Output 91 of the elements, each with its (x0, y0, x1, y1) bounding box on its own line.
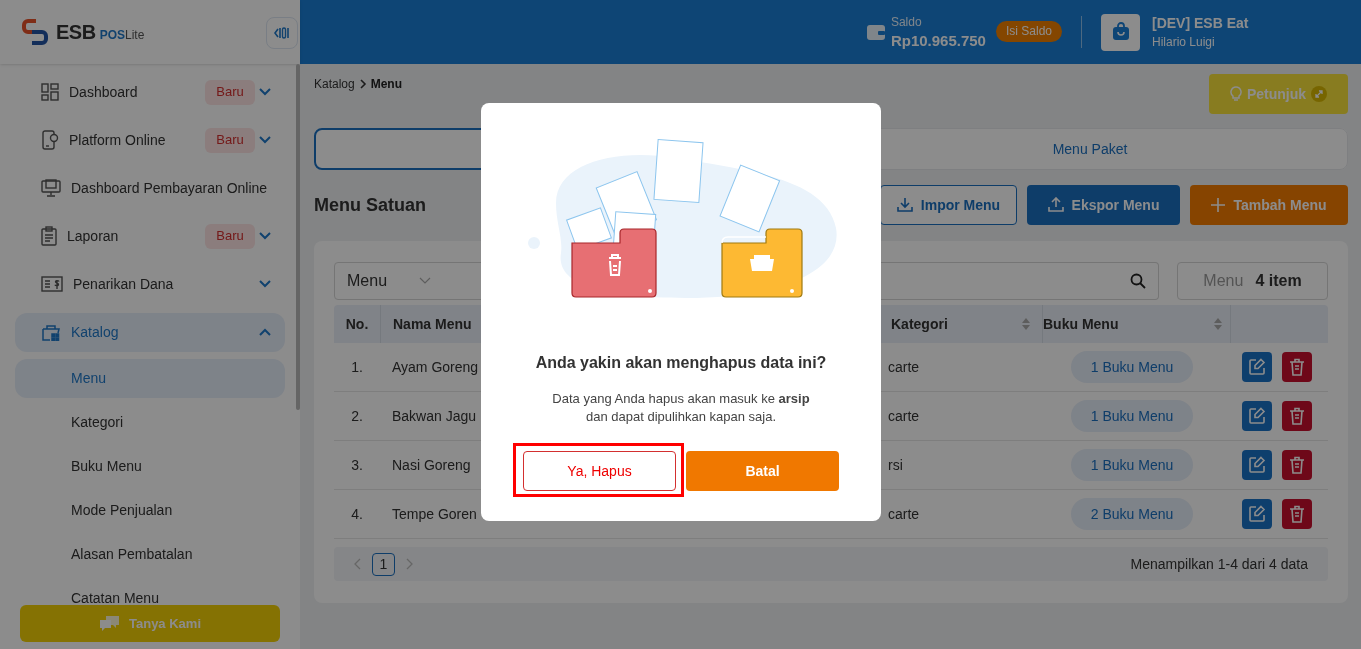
chat-icon (99, 614, 121, 633)
collapse-button[interactable] (266, 17, 298, 49)
new-badge: Baru (205, 223, 255, 249)
menu-icon (41, 179, 61, 197)
sidebar-item[interactable]: Platform Online Baru (15, 120, 285, 160)
book-count-tag: 1 Buku Menu (1070, 400, 1194, 432)
submenu-item[interactable]: Mode Penjualan (15, 490, 285, 530)
pagination-summary: Menampilkan 1-4 dari 4 data (1130, 554, 1308, 574)
collapse-icon (273, 25, 291, 41)
table-cell-text: 1. (351, 357, 363, 377)
table-cell-text: Tempe Goren (392, 504, 477, 524)
new-badge: Baru (205, 127, 255, 153)
table-cell-text: carte (888, 357, 920, 377)
wallet-icon (865, 23, 886, 41)
trash-icon (1289, 407, 1305, 425)
table-cell-text: 3. (351, 455, 363, 475)
plus-icon (1211, 198, 1226, 212)
edit-icon (1248, 358, 1266, 376)
submenu-item[interactable]: Buku Menu (15, 446, 285, 486)
delete-button[interactable] (1282, 401, 1312, 431)
trash-icon (1289, 456, 1305, 474)
expand-icon (1311, 86, 1328, 102)
menu-icon (41, 276, 63, 292)
count-value: 4 item (1255, 271, 1302, 291)
table-cell-text: 4. (351, 504, 363, 524)
breadcrumb-link[interactable]: Menu (370, 75, 403, 93)
table-cell-text: Bakwan Jagu (392, 406, 477, 426)
user-name: Hilario Luigi (1152, 34, 1216, 51)
column-header: Kategori (891, 314, 948, 334)
new-badge: Baru (205, 79, 255, 105)
store-name: [DEV] ESB Eat (1152, 14, 1250, 33)
table-cell-text: carte (888, 406, 920, 426)
next-icon (405, 558, 413, 570)
confirm-delete-button[interactable]: Ya, Hapus (523, 451, 676, 491)
delete-button[interactable] (1282, 450, 1312, 480)
dialog-message: Data yang Anda hapus akan masuk ke arsip dan dapat dipulihkan kapan saja. (551, 390, 811, 426)
table-cell-text: Ayam Goreng (392, 357, 479, 377)
dialog-title: Anda yakin akan menghapus data ini? (535, 353, 827, 373)
table-cell-text: carte (888, 504, 920, 524)
logo-product: POS (99, 27, 125, 44)
bag-icon (1110, 22, 1131, 42)
delete-button[interactable] (1282, 499, 1312, 529)
breadcrumb-link[interactable]: Katalog (314, 75, 355, 93)
submenu-item[interactable]: Alasan Pembatalan (15, 534, 285, 574)
sidebar-item[interactable]: Laporan Baru (15, 216, 285, 256)
count-label: Menu (1203, 271, 1244, 291)
table-cell-text: 2. (351, 406, 363, 426)
submenu-item[interactable]: Menu (15, 358, 285, 398)
edit-button[interactable] (1242, 499, 1272, 529)
previous-icon (354, 558, 362, 570)
edit-icon (1248, 505, 1266, 523)
book-count-tag: 2 Buku Menu (1070, 498, 1194, 530)
sidebar-item[interactable]: Dashboard Pembayaran Online (15, 168, 285, 208)
column-header: Buku Menu (1043, 314, 1119, 334)
search-icon (1130, 273, 1146, 289)
submenu-item[interactable]: Kategori (15, 402, 285, 442)
book-count-tag: 1 Buku Menu (1070, 351, 1194, 383)
trash-icon (1289, 358, 1305, 376)
table-cell-text: Nasi Goreng (392, 455, 471, 475)
edit-button[interactable] (1242, 352, 1272, 382)
menu-icon (41, 130, 59, 150)
delete-button[interactable] (1282, 352, 1312, 382)
balance-label: Saldo (890, 14, 923, 30)
page-button[interactable]: 1 (372, 552, 395, 576)
sidebar-item[interactable]: Katalog (15, 312, 285, 352)
trash-icon (1289, 505, 1305, 523)
column-header: Nama Menu (393, 314, 472, 334)
menu-icon (41, 83, 59, 101)
edit-icon (1248, 456, 1266, 474)
action-button[interactable]: Ekspor Menu (1027, 185, 1180, 225)
bulb-icon (1229, 86, 1242, 102)
breadcrumb-separator-icon (358, 79, 367, 89)
logo-edition: Lite (124, 27, 145, 44)
balance-amount: Rp10.965.750 (890, 31, 986, 51)
table-cell-text: rsi (888, 455, 903, 475)
edit-button[interactable] (1242, 450, 1272, 480)
edit-icon (1248, 407, 1266, 425)
logo-brand: ESB (56, 20, 96, 45)
chevron-icon (419, 277, 431, 285)
cancel-button[interactable]: Batal (686, 451, 839, 491)
upload-icon (1047, 197, 1064, 213)
menu-icon (41, 323, 61, 341)
download-icon (896, 197, 913, 213)
menu-icon (41, 226, 57, 246)
sidebar-item[interactable]: Penarikan Dana (15, 264, 285, 304)
edit-button[interactable] (1242, 401, 1272, 431)
action-button[interactable]: Impor Menu (880, 185, 1017, 225)
book-count-tag: 1 Buku Menu (1070, 449, 1194, 481)
section-title: Menu Satuan (314, 193, 427, 217)
sidebar-item[interactable]: Dashboard Baru (15, 72, 285, 112)
column-header: No. (345, 314, 369, 334)
